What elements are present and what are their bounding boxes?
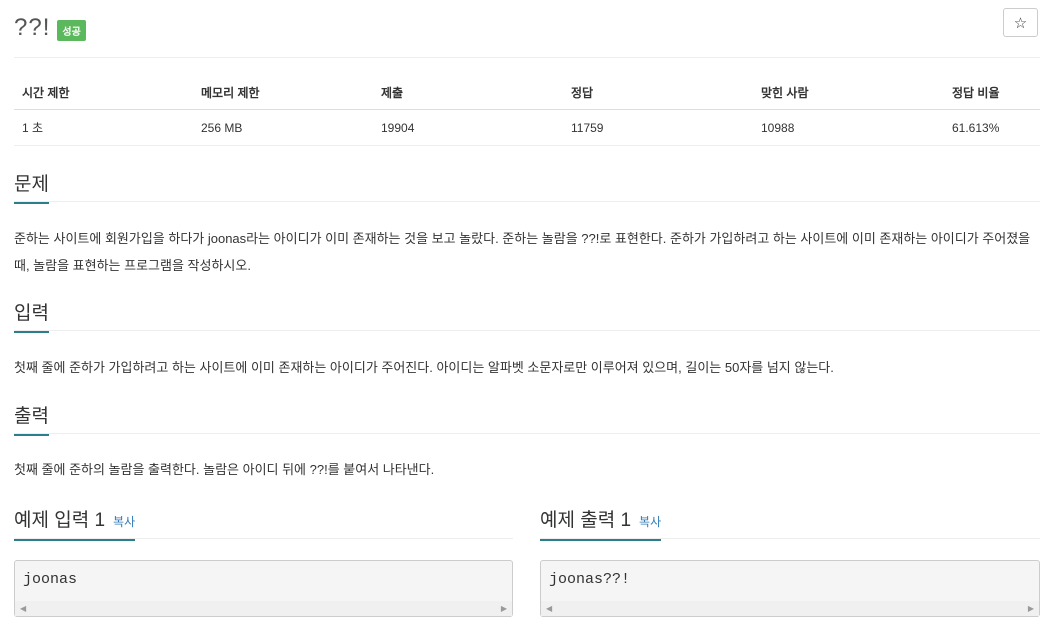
sample-input-heading: 예제 입력 1 복사 (14, 505, 136, 541)
sample-output-code: joonas??! (549, 571, 631, 588)
status-badge: 성공 (57, 19, 86, 41)
table-header: 제출 (373, 76, 563, 110)
section-heading-output: 출력 (14, 401, 49, 436)
divider (14, 433, 1040, 434)
problem-info-table: 시간 제한 메모리 제한 제출 정답 맞힌 사람 정답 비율 1 초 256 M… (14, 76, 1040, 146)
table-cell: 61.613% (944, 109, 1040, 146)
table-cell: 256 MB (193, 109, 373, 146)
table-cell: 1 초 (14, 109, 193, 146)
scroll-right-icon[interactable]: ▶ (501, 604, 507, 613)
sample-input-box[interactable]: joonas ◀ ▶ (14, 560, 513, 617)
horizontal-scrollbar[interactable]: ◀ ▶ (541, 601, 1039, 616)
table-row: 1 초 256 MB 19904 11759 10988 61.613% (14, 109, 1040, 146)
problem-title-row: ??! 성공 (14, 10, 86, 46)
table-header: 맞힌 사람 (753, 76, 944, 110)
problem-description: 준하는 사이트에 회원가입을 하다가 joonas라는 아이디가 이미 존재하는… (14, 231, 1031, 273)
divider (14, 330, 1040, 331)
copy-link[interactable]: 복사 (639, 515, 661, 529)
copy-link[interactable]: 복사 (113, 515, 135, 529)
section-heading-input: 입력 (14, 298, 49, 333)
sample-output-box[interactable]: joonas??! ◀ ▶ (540, 560, 1040, 617)
scroll-left-icon[interactable]: ◀ (546, 604, 552, 613)
divider (540, 538, 1040, 539)
scroll-right-icon[interactable]: ▶ (1028, 604, 1034, 613)
divider (14, 201, 1040, 202)
problem-title: ??! (14, 14, 51, 41)
input-description: 첫째 줄에 준하가 가입하려고 하는 사이트에 이미 존재하는 아이디가 주어진… (14, 360, 834, 375)
divider (14, 57, 1040, 58)
table-header: 메모리 제한 (193, 76, 373, 110)
sample-input-code: joonas (23, 571, 78, 588)
star-button[interactable]: ☆ (1003, 8, 1038, 37)
section-heading-problem: 문제 (14, 169, 49, 204)
table-cell: 19904 (373, 109, 563, 146)
table-header-row: 시간 제한 메모리 제한 제출 정답 맞힌 사람 정답 비율 (14, 76, 1040, 110)
table-header: 시간 제한 (14, 76, 193, 110)
horizontal-scrollbar[interactable]: ◀ ▶ (15, 601, 512, 616)
table-header: 정답 비율 (944, 76, 1040, 110)
table-header: 정답 (563, 76, 753, 110)
sample-output-heading: 예제 출력 1 복사 (540, 505, 662, 541)
table-cell: 11759 (563, 109, 753, 146)
output-description: 첫째 줄에 준하의 놀람을 출력한다. 놀람은 아이디 뒤에 ??!를 붙여서 … (14, 462, 435, 477)
table-cell: 10988 (753, 109, 944, 146)
divider (14, 538, 513, 539)
star-icon: ☆ (1013, 14, 1028, 32)
scroll-left-icon[interactable]: ◀ (20, 604, 26, 613)
